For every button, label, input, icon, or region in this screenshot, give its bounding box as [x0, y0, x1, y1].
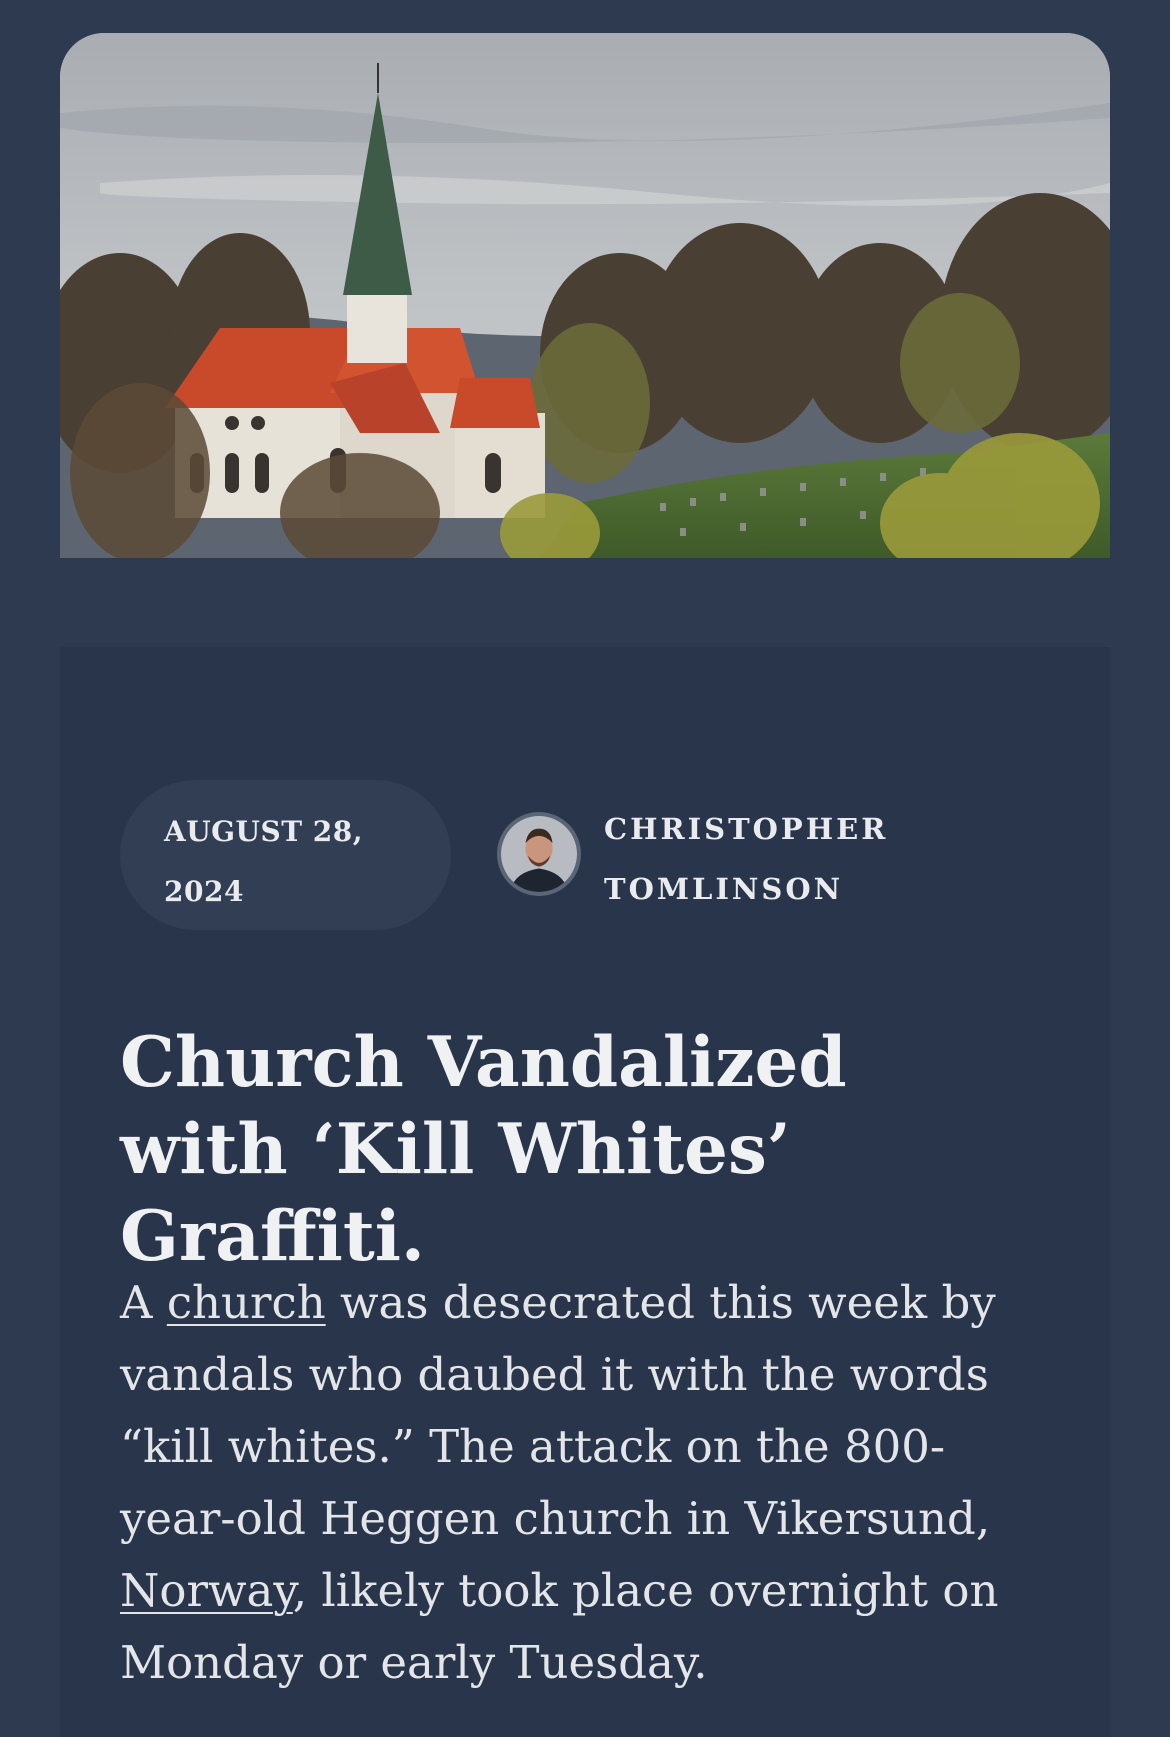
article-body: A church was desecrated this week by van… [120, 1267, 1060, 1699]
article-card: AUGUST 28, 2024 CHRISTOPHER TOMLINSON Ch… [60, 647, 1110, 1737]
author-last-name[interactable]: TOMLINSON [604, 859, 888, 919]
hero-image [60, 33, 1110, 558]
author-first-name[interactable]: CHRISTOPHER [604, 799, 888, 859]
author-avatar[interactable] [497, 812, 581, 896]
norway-link[interactable]: Norway [120, 1564, 293, 1617]
church-photo [60, 33, 1110, 558]
author-name[interactable]: CHRISTOPHER TOMLINSON [604, 799, 888, 919]
church-link[interactable]: church [167, 1276, 326, 1329]
article-date: AUGUST 28, 2024 [164, 815, 363, 908]
author-portrait-icon [501, 816, 577, 892]
body-text-start: A [120, 1276, 167, 1329]
date-badge: AUGUST 28, 2024 [120, 780, 451, 930]
article-headline: Church Vandalized with ‘Kill Whites’ Gra… [120, 1022, 847, 1277]
